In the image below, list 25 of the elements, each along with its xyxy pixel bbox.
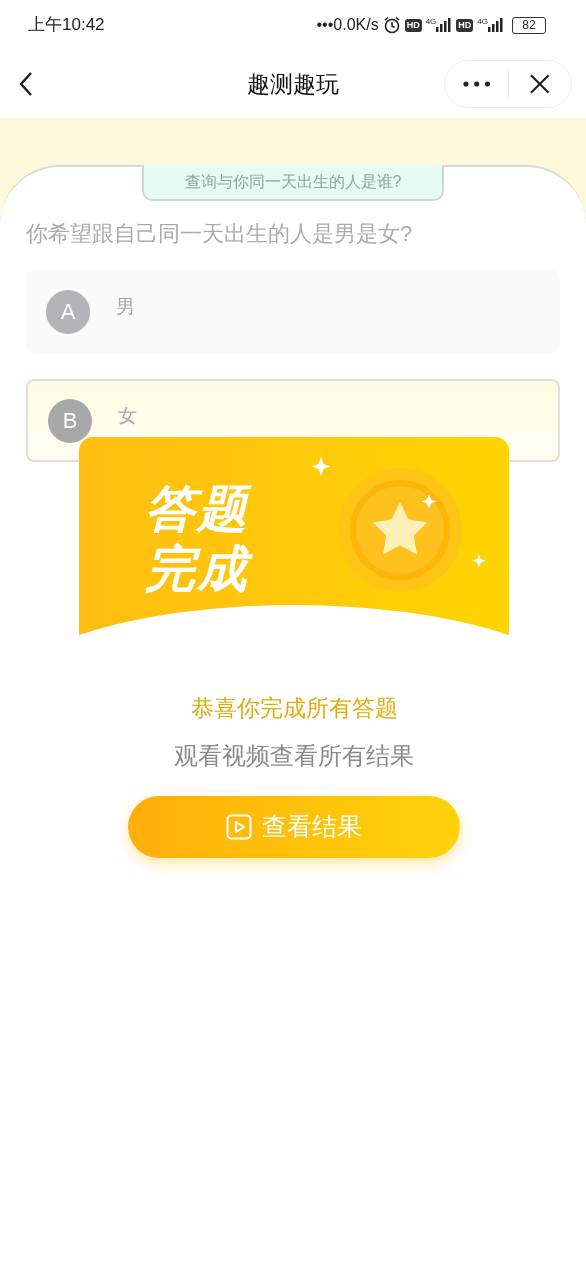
hd-badge: HD (456, 18, 474, 32)
more-icon[interactable] (463, 81, 491, 87)
option-text: 男 (116, 295, 135, 320)
signal-icon (488, 18, 504, 32)
answer-option[interactable]: A 男 (26, 270, 560, 353)
question-text: 你希望跟自己同一天出生的人是男是女? (26, 220, 414, 248)
view-result-button[interactable]: 查看结果 (128, 795, 460, 858)
play-icon (226, 813, 252, 840)
close-icon[interactable] (529, 73, 551, 95)
network-speed: •••0.0K/s (316, 15, 379, 35)
status-time: 上午10:42 (28, 14, 105, 37)
hd-badge: HD (404, 18, 422, 32)
page-title: 趣测趣玩 (247, 69, 339, 99)
back-icon[interactable] (18, 71, 34, 97)
dialog-message: 恭喜你完成所有答题 (189, 694, 399, 723)
quiz-tag: 查询与你同一天出生的人是谁? (142, 165, 444, 201)
signal-icon (436, 18, 453, 32)
alarm-icon (382, 16, 401, 34)
option-letter: B (48, 398, 92, 443)
option-text: 女 (118, 404, 137, 429)
dialog-submessage: 观看视频查看所有结果 (173, 740, 415, 771)
network-type: 4G (477, 18, 488, 26)
network-type: 4G (425, 18, 437, 26)
option-letter: A (46, 289, 90, 334)
battery-indicator: 82 (512, 16, 546, 34)
